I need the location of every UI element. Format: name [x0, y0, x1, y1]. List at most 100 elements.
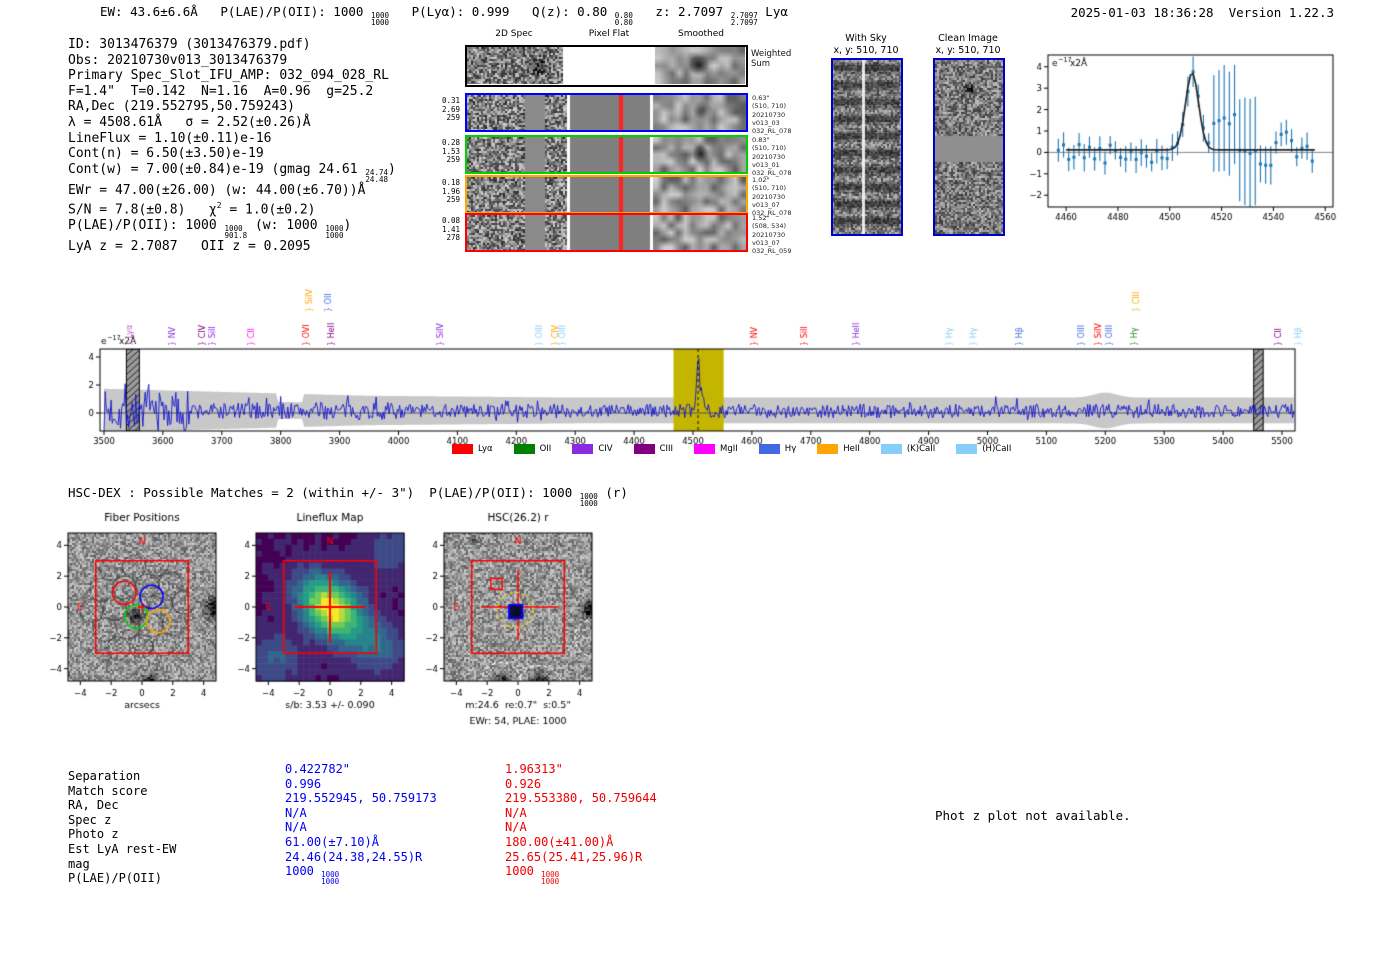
photz-note: Phot z plot not available.: [935, 808, 1131, 823]
hsc-dex-match-line: HSC-DEX : Possible Matches = 2 (within +…: [68, 485, 628, 508]
legend-swatch: [817, 444, 839, 454]
legend-label: OII: [539, 444, 552, 454]
match1-value: 0.422782": [285, 762, 351, 776]
cutout-row-weights: 0.08 1.41 278: [441, 216, 460, 243]
with-sky-panel: [831, 58, 903, 236]
header-summary-line: EW: 43.6±6.6Å P(LAE)/P(OII): 1000 1000 10…: [100, 4, 788, 27]
legend-swatch: [513, 444, 535, 454]
elixer-detection-report: { "colors": { "match1": "#0000ee", "matc…: [0, 0, 1400, 953]
legend-item: CIV: [572, 444, 613, 454]
legend-label: Lyα: [478, 444, 493, 454]
cutout-row-weights: 0.31 2.69 259: [441, 96, 460, 123]
with-sky-canvas: [833, 60, 901, 234]
match2-value: N/A: [505, 805, 527, 820]
legend-swatch: [880, 444, 902, 454]
stacked-uncertainty: 1000 1000: [541, 870, 560, 887]
match2-value: 219.553380, 50.759644: [505, 791, 657, 806]
legend-swatch: [758, 444, 780, 454]
superscript: 2: [216, 201, 222, 211]
timestamp-text: 2025-01-03 18:36:28: [1070, 5, 1214, 20]
legend-label: CIII: [659, 444, 674, 454]
fiber-cutout-row: [465, 213, 748, 252]
stacked-uncertainty: 1000 1000: [325, 224, 344, 241]
col-header-2d-spec: 2D Spec: [495, 29, 533, 39]
stacked-uncertainty: 1000 1000: [321, 870, 340, 887]
legend-item: Hγ: [758, 444, 797, 454]
info-line: Cont(n) = 6.50(±3.50)e-19: [68, 146, 264, 162]
legend-label: (K)CaII: [906, 444, 936, 454]
legend-item: (H)CaII: [956, 444, 1011, 454]
info-line: EWr = 47.00(±26.00) (w: 44.00(±6.70))Å: [68, 182, 366, 198]
col-header-pixel-flat: Pixel Flat: [588, 29, 630, 39]
info-line: Cont(w) = 7.00(±0.84)e-19 (gmag 24.61 24…: [68, 161, 396, 184]
info-line: Primary Spec_Slot_IFU_AMP: 032_094_028_R…: [68, 68, 389, 84]
match2-value: 180.00(±41.00)Å: [505, 834, 614, 849]
info-line: S/N = 7.8(±0.8) χ2 = 1.0(±0.2): [68, 201, 316, 218]
fiber-cutout-row: [465, 175, 748, 214]
match2-value: 0.926: [505, 776, 542, 791]
match-table-row: Photo z N/A N/A: [68, 820, 828, 841]
match-table-row: mag 24.46(24.38,24.55)R 25.65(25.41,25.96)…: [68, 849, 828, 871]
hsc-r-image-plot: [420, 506, 606, 751]
stacked-uncertainty: 1000 1000: [579, 492, 598, 508]
legend-label: MgII: [720, 444, 738, 454]
match2-value: N/A: [505, 820, 527, 835]
match-table-row: RA, Dec 219.552945, 50.759173 219.553380, …: [68, 791, 828, 812]
legend-item: OII: [513, 444, 552, 454]
info-line: LineFlux = 1.10(±0.11)e-16: [68, 130, 272, 146]
match1-value: 61.00(±7.10)Å: [285, 834, 379, 849]
weighted-sum-canvas: [467, 47, 745, 84]
stacked-uncertainty: 24.74 24.48: [365, 167, 388, 184]
cutout-row-weights: 0.28 1.53 259: [441, 138, 460, 165]
match2-value: 25.65(25.41,25.96)R: [505, 849, 643, 864]
version-text: Version 1.22.3: [1228, 5, 1334, 20]
match1-value: 1000 1000 1000: [285, 864, 340, 887]
legend-swatch: [956, 444, 978, 454]
match1-value: N/A: [285, 805, 307, 820]
legend-swatch: [452, 444, 473, 454]
match-table-row: Spec z N/A N/A: [68, 805, 828, 827]
clean-image-title-text: Clean Image: [938, 33, 998, 44]
legend-swatch: [572, 444, 594, 454]
cutout-row-metadata: 0.63" (510, 710) 20210730 v013_03 032_RL_078: [752, 94, 792, 136]
match1-value: N/A: [285, 820, 307, 835]
header-timestamp: 2025-01-03 18:36:28 Version 1.22.3: [1071, 5, 1334, 20]
fiber-positions-plot: [24, 506, 230, 731]
cutout-row-metadata: 0.83" (510, 710) 20210730 v013_01 032_RL_078: [752, 136, 792, 178]
legend-swatch: [633, 444, 655, 454]
full-spectrum-plot: [85, 268, 1330, 450]
legend-label: (H)CaII: [982, 444, 1012, 454]
info-line: ID: 3013476379 (3013476379.pdf): [68, 37, 311, 52]
with-sky-title-text: With Sky: [845, 33, 887, 44]
fiber-cutout-row: [465, 93, 748, 132]
weighted-sum-label: Weighted Sum: [751, 49, 792, 69]
match1-value: 219.552945, 50.759173: [285, 791, 437, 806]
with-sky-coords: x, y: 510, 710: [833, 44, 899, 56]
stacked-uncertainty: 2.7097 2.7097: [730, 11, 758, 27]
match1-value: 0.996: [285, 776, 322, 791]
fiber-cutout-canvas: [467, 137, 746, 172]
legend-item: MgII: [694, 444, 738, 454]
match-table-row: Est LyA rest-EW 61.00(±7.10)Å 180.00(±41.0…: [68, 834, 828, 856]
legend-label: Hγ: [784, 444, 797, 454]
match-table-row: Match score 0.996 0.926: [68, 776, 828, 798]
match-table-row: P(LAE)/P(OII) 1000 1000 1000 1000 1000 1000: [68, 864, 828, 885]
legend-item: CIII: [633, 444, 674, 454]
col-header-smoothed: Smoothed: [678, 29, 724, 39]
clean-image-title: Clean Image x, y: 510, 710: [935, 33, 1000, 56]
legend-label: HeII: [843, 444, 860, 454]
legend-item: (K)CaII: [880, 444, 936, 454]
stacked-uncertainty: 0.80 0.80: [614, 11, 633, 27]
fiber-cutout-canvas: [467, 95, 746, 130]
fiber-cutout-canvas: [467, 215, 746, 250]
legend-swatch: [694, 444, 716, 454]
with-sky-title: With Sky x, y: 510, 710: [833, 33, 898, 56]
spectrum-legend: Lyα OII CIV CIII MgII Hγ HeII (K)CaII (H)CaII: [452, 444, 1011, 454]
match2-value: 1.96313": [505, 762, 563, 776]
cutout-row-metadata: 1.02" (510, 710) 20210730 v013_07 032_RL_078: [752, 176, 792, 218]
cutout-row-metadata: 1.52" (508, 534) 20210730 v013_07 032_RL_059: [752, 214, 792, 256]
match2-value: 1000 1000 1000: [505, 864, 560, 887]
cutout-row-weights: 0.18 1.96 259: [441, 178, 460, 205]
line-fit-zoom-plot: [1018, 45, 1348, 225]
catalog-match-table: Separation 0.422782" 1.96313" Match score 0.…: [68, 762, 828, 885]
